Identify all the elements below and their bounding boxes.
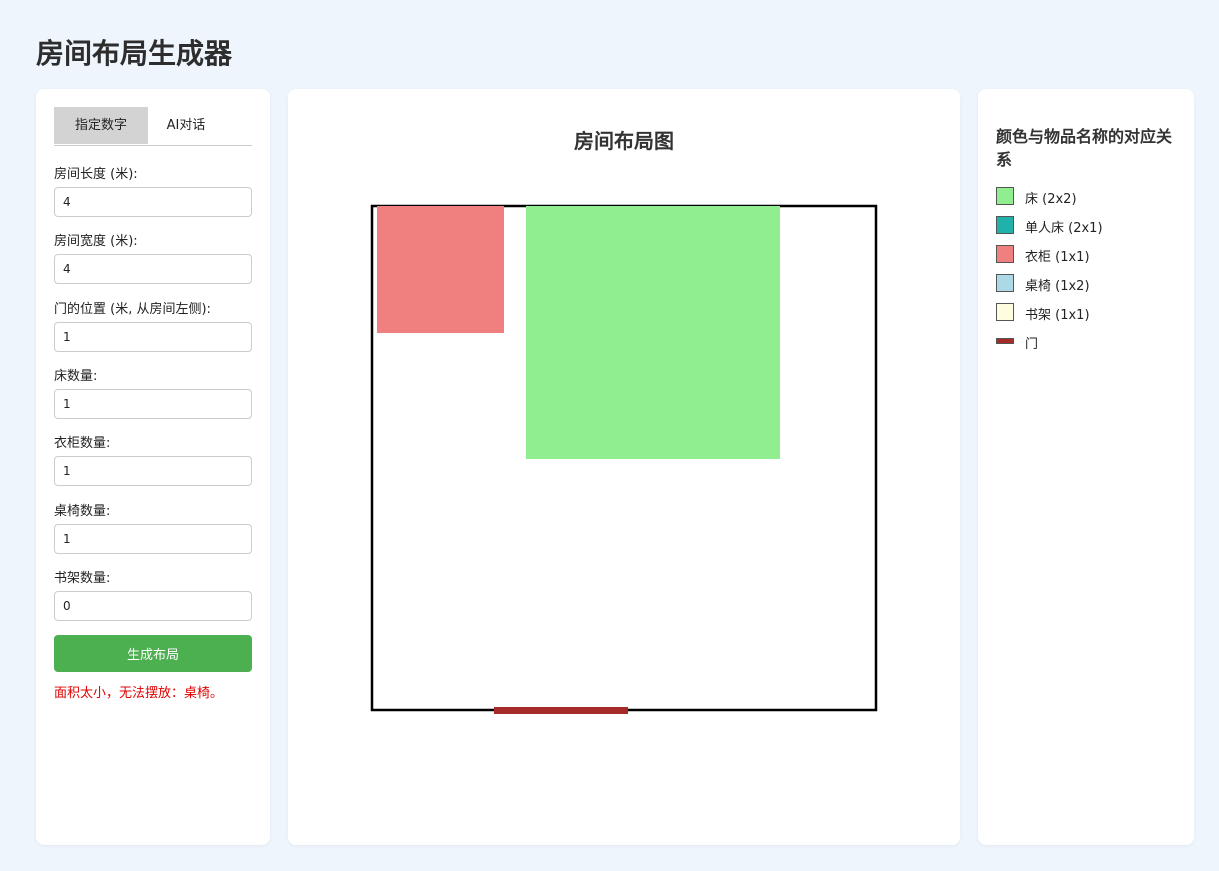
tab-ai-chat[interactable]: AI对话 [148, 107, 224, 144]
wardrobe-count-input[interactable] [54, 456, 252, 486]
legend-item-desk: 桌椅 (1x2) [996, 274, 1186, 303]
error-message: 面积太小，无法摆放：桌椅。 [54, 686, 224, 701]
wardrobe-swatch-icon [996, 245, 1014, 263]
room-width-label: 房间宽度 (米): [54, 234, 138, 249]
desk-count-field: 桌椅数量: [54, 502, 252, 554]
room-length-label: 房间长度 (米): [54, 167, 138, 182]
legend-item-bed: 床 (2x2) [996, 187, 1186, 216]
room-canvas [370, 204, 878, 714]
legend-label: 床 (2x2) [1025, 192, 1077, 207]
bed-count-label: 床数量: [54, 369, 98, 384]
bookshelf-count-input[interactable] [54, 591, 252, 621]
legend-item-wardrobe: 衣柜 (1x1) [996, 245, 1186, 274]
legend-list: 床 (2x2) 单人床 (2x1) 衣柜 (1x1) 桌椅 (1x2) 书架 (… [996, 187, 1186, 361]
room-width-field: 房间宽度 (米): [54, 232, 252, 284]
wardrobe-block [377, 206, 504, 333]
desk-count-label: 桌椅数量: [54, 504, 111, 519]
bed-swatch-icon [996, 187, 1014, 205]
mode-tabs: 指定数字 AI对话 [54, 107, 252, 146]
legend-label: 单人床 (2x1) [1025, 221, 1103, 236]
legend-label: 书架 (1x1) [1025, 308, 1090, 323]
legend-item-door: 门 [996, 332, 1186, 361]
bookshelf-swatch-icon [996, 303, 1014, 321]
legend-title: 颜色与物品名称的对应关系 [996, 127, 1173, 169]
bookshelf-count-field: 书架数量: [54, 569, 252, 621]
bookshelf-count-label: 书架数量: [54, 571, 111, 586]
legend-item-bookshelf: 书架 (1x1) [996, 303, 1186, 332]
layout-panel: 房间布局图 [288, 89, 960, 845]
desk-count-input[interactable] [54, 524, 252, 554]
bed-count-input[interactable] [54, 389, 252, 419]
door-swatch-icon [996, 338, 1014, 344]
wardrobe-count-label: 衣柜数量: [54, 436, 111, 451]
door-position-field: 门的位置 (米, 从房间左侧): [54, 300, 252, 352]
door-position-input[interactable] [54, 322, 252, 352]
settings-panel: 指定数字 AI对话 房间长度 (米): 房间宽度 (米): 门的位置 (米, 从… [36, 89, 270, 845]
bed-count-field: 床数量: [54, 367, 252, 419]
room-length-field: 房间长度 (米): [54, 165, 252, 217]
legend-panel: 颜色与物品名称的对应关系 床 (2x2) 单人床 (2x1) 衣柜 (1x1) … [978, 89, 1194, 845]
legend-label: 桌椅 (1x2) [1025, 279, 1090, 294]
wardrobe-count-field: 衣柜数量: [54, 434, 252, 486]
door-marker [494, 707, 628, 714]
door-position-label: 门的位置 (米, 从房间左侧): [54, 302, 211, 317]
desk-swatch-icon [996, 274, 1014, 292]
room-width-input[interactable] [54, 254, 252, 284]
single-bed-swatch-icon [996, 216, 1014, 234]
legend-label: 衣柜 (1x1) [1025, 250, 1090, 265]
generate-layout-button[interactable]: 生成布局 [54, 635, 252, 672]
tab-specify-numbers[interactable]: 指定数字 [54, 107, 148, 144]
bed-block [526, 206, 780, 459]
legend-label: 门 [1025, 337, 1039, 352]
app-title: 房间布局生成器 [36, 37, 233, 70]
legend-item-single-bed: 单人床 (2x1) [996, 216, 1186, 245]
room-length-input[interactable] [54, 187, 252, 217]
